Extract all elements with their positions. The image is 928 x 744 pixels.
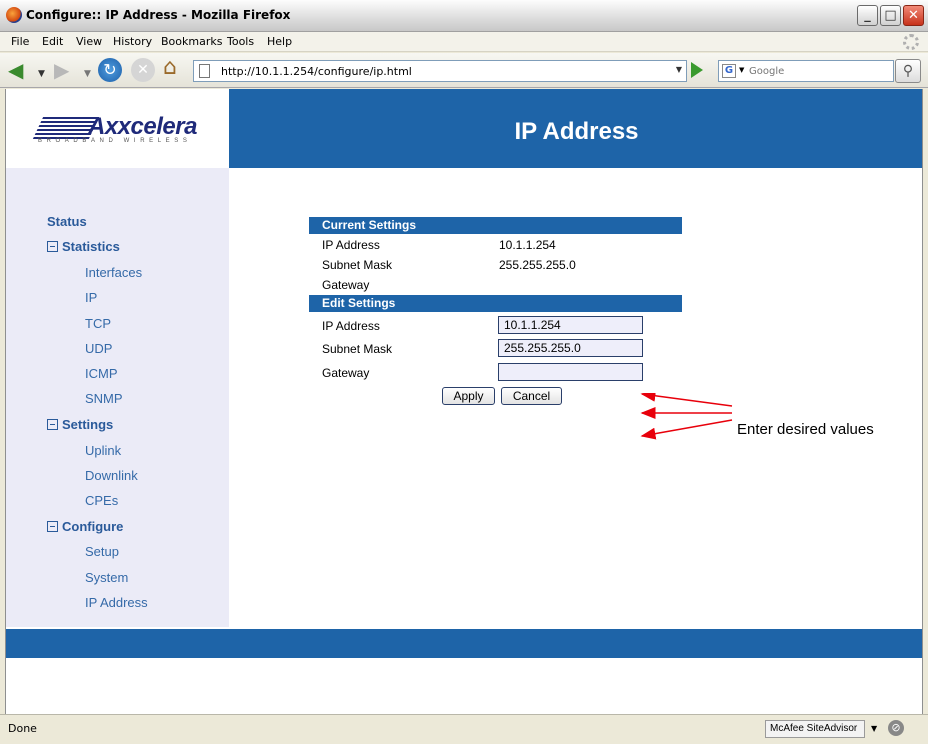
- header-band: IP Address: [229, 89, 922, 168]
- menu-help[interactable]: Help: [267, 35, 292, 48]
- sidebar-item-statistics[interactable]: Statistics: [62, 239, 120, 254]
- engine-dropdown-icon[interactable]: ▼: [739, 66, 744, 74]
- reload-icon[interactable]: ↻: [98, 58, 122, 82]
- sidebar-item-status[interactable]: Status: [47, 214, 87, 229]
- firefox-icon: [6, 7, 22, 23]
- siteadvisor-dropdown-icon[interactable]: ▼: [871, 724, 877, 733]
- cancel-button[interactable]: Cancel: [501, 387, 562, 405]
- sidebar: Status Statistics Interfaces IP TCP UDP …: [6, 168, 229, 627]
- edit-ip-label: IP Address: [322, 319, 380, 333]
- address-dropdown-icon[interactable]: ▼: [676, 65, 682, 74]
- sidebar-item-tcp[interactable]: TCP: [85, 316, 111, 331]
- sidebar-item-settings[interactable]: Settings: [62, 417, 113, 432]
- gateway-input[interactable]: [498, 363, 643, 381]
- blocked-icon[interactable]: ⊘: [888, 720, 904, 736]
- search-box[interactable]: G ▼: [718, 60, 894, 82]
- menu-history[interactable]: History: [113, 35, 152, 48]
- close-button[interactable]: ✕: [903, 5, 924, 26]
- minimize-button[interactable]: _: [857, 5, 878, 26]
- logo-tagline: BROADBAND WIRELESS: [38, 138, 192, 144]
- throbber-icon: [903, 34, 919, 50]
- navigation-toolbar: ◀ ▼ ▶ ▼ ↻ ✕ ⌂ http://10.1.1.254/configur…: [0, 53, 928, 88]
- apply-button[interactable]: Apply: [442, 387, 495, 405]
- window-title: Configure:: IP Address - Mozilla Firefox: [26, 8, 291, 22]
- back-arrow-icon[interactable]: ◀: [8, 59, 23, 81]
- sidebar-item-snmp[interactable]: SNMP: [85, 391, 123, 406]
- footer-band: [6, 629, 922, 658]
- current-ip-label: IP Address: [322, 238, 380, 252]
- logo-area: Axxcelera BROADBAND WIRELESS: [6, 89, 229, 168]
- page-icon: [199, 64, 210, 78]
- go-arrow-icon[interactable]: [691, 62, 703, 78]
- menu-bookmarks[interactable]: Bookmarks: [161, 35, 222, 48]
- edit-gateway-label: Gateway: [322, 366, 370, 380]
- subnet-mask-input[interactable]: 255.255.255.0: [498, 339, 643, 357]
- home-icon[interactable]: ⌂: [163, 57, 177, 79]
- current-gateway-label: Gateway: [322, 278, 370, 292]
- collapse-configure-icon[interactable]: [47, 521, 58, 532]
- page-content: Axxcelera BROADBAND WIRELESS IP Address …: [5, 89, 923, 714]
- status-text: Done: [8, 722, 37, 735]
- sidebar-item-uplink[interactable]: Uplink: [85, 443, 121, 458]
- sidebar-item-system[interactable]: System: [85, 570, 128, 585]
- arrow-to-gateway-field: [640, 419, 733, 440]
- menu-tools[interactable]: Tools: [227, 35, 254, 48]
- sidebar-item-udp[interactable]: UDP: [85, 341, 112, 356]
- annotation-text: Enter desired values: [737, 421, 874, 438]
- ip-address-input[interactable]: 10.1.1.254: [498, 316, 643, 334]
- status-bar: Done McAfee SiteAdvisor ▼ ⊘: [0, 714, 928, 744]
- forward-dropdown-icon[interactable]: ▼: [84, 63, 91, 85]
- sidebar-item-cpes[interactable]: CPEs: [85, 493, 118, 508]
- edit-settings-heading: Edit Settings: [309, 295, 682, 312]
- maximize-button[interactable]: □: [880, 5, 901, 26]
- sidebar-item-setup[interactable]: Setup: [85, 544, 119, 559]
- collapse-settings-icon[interactable]: [47, 419, 58, 430]
- menu-bar: File Edit View History Bookmarks Tools H…: [0, 32, 928, 52]
- main-panel: Current Settings IP Address 10.1.1.254 S…: [229, 168, 922, 627]
- menu-edit[interactable]: Edit: [42, 35, 63, 48]
- sidebar-item-downlink[interactable]: Downlink: [85, 468, 138, 483]
- window-titlebar: Configure:: IP Address - Mozilla Firefox…: [0, 0, 928, 32]
- address-url[interactable]: http://10.1.1.254/configure/ip.html: [221, 65, 412, 78]
- menu-file[interactable]: File: [11, 35, 29, 48]
- current-ip-value: 10.1.1.254: [499, 238, 556, 252]
- stop-icon[interactable]: ✕: [131, 58, 155, 82]
- sidebar-item-configure[interactable]: Configure: [62, 519, 123, 534]
- search-magnifier-icon[interactable]: ⚲: [895, 59, 921, 83]
- back-dropdown-icon[interactable]: ▼: [38, 63, 45, 85]
- annotation-arrows: [640, 393, 733, 440]
- forward-arrow-icon[interactable]: ▶: [54, 59, 69, 81]
- current-mask-label: Subnet Mask: [322, 258, 393, 272]
- sidebar-item-ip[interactable]: IP: [85, 290, 97, 305]
- siteadvisor-button[interactable]: McAfee SiteAdvisor: [765, 720, 865, 738]
- sidebar-item-icmp[interactable]: ICMP: [85, 366, 118, 381]
- search-input[interactable]: [749, 63, 889, 79]
- logo: Axxcelera: [88, 113, 197, 140]
- current-mask-value: 255.255.255.0: [499, 258, 576, 272]
- current-settings-heading: Current Settings: [309, 217, 682, 234]
- sidebar-item-interfaces[interactable]: Interfaces: [85, 265, 142, 280]
- edit-mask-label: Subnet Mask: [322, 342, 393, 356]
- arrow-to-ip-field: [640, 393, 733, 407]
- menu-view[interactable]: View: [76, 35, 102, 48]
- sidebar-item-ip-address[interactable]: IP Address: [85, 595, 148, 610]
- address-bar[interactable]: http://10.1.1.254/configure/ip.html ▼: [193, 60, 687, 82]
- google-engine-icon[interactable]: G: [722, 64, 736, 78]
- page-title: IP Address: [514, 118, 639, 145]
- collapse-statistics-icon[interactable]: [47, 241, 58, 252]
